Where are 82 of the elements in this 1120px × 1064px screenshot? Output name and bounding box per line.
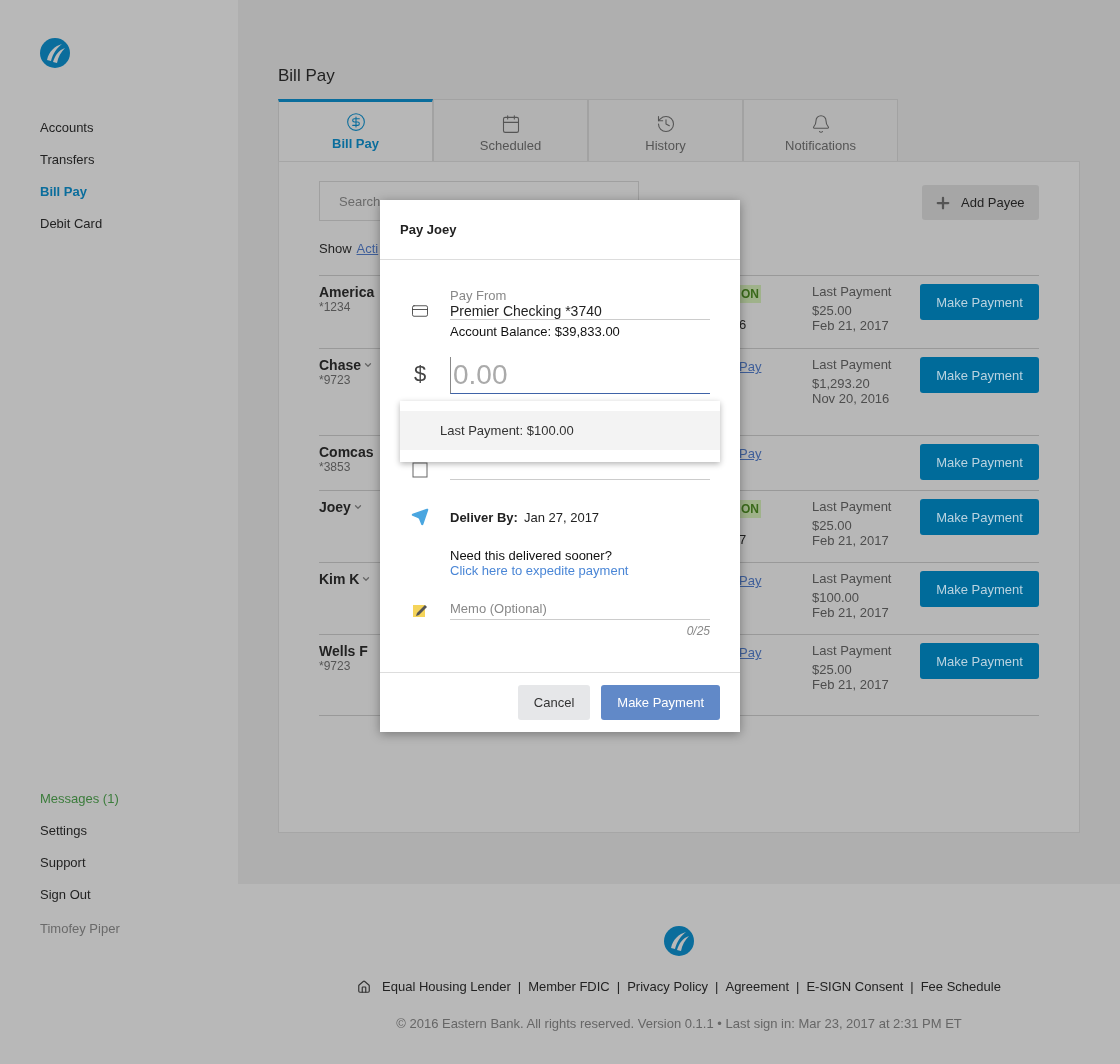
last-payment-label: Last Payment	[812, 571, 892, 586]
last-payment-label: Last Payment	[812, 284, 892, 299]
payee-name: Chase	[319, 357, 362, 373]
show-label: Show	[319, 241, 352, 256]
make-payment-button[interactable]: Make Payment	[601, 685, 720, 720]
pay-link[interactable]: Pay	[739, 359, 762, 374]
dialog-title: Pay Joey	[400, 222, 457, 237]
sidebar-item[interactable]: Bill Pay	[40, 176, 87, 208]
last-payment-amount: $100.00	[812, 590, 859, 605]
add-payee-button[interactable]: Add Payee	[922, 185, 1039, 220]
footer-link[interactable]: Fee Schedule	[920, 979, 1001, 994]
payee-name: Kim K	[319, 571, 360, 587]
amount-field[interactable]: 0.00	[450, 357, 710, 394]
deliver-date: Jan 27, 2017	[523, 509, 600, 525]
last-payment-amount: $25.00	[812, 303, 852, 318]
cancel-button[interactable]: Cancel	[517, 685, 591, 720]
footer-link[interactable]: Member FDIC	[528, 979, 610, 994]
make-payment-button[interactable]: Make Payment	[920, 444, 1039, 480]
account-select[interactable]: Premier Checking *3740	[450, 303, 602, 319]
pay-link[interactable]: Pay	[739, 645, 762, 660]
payee-name: Wells F	[319, 643, 368, 659]
make-payment-button[interactable]: Make Payment	[920, 643, 1039, 679]
last-payment-label: Last Payment	[812, 499, 892, 514]
account-number: *9723	[319, 659, 351, 673]
status-text: 7	[739, 532, 747, 547]
separator: |	[796, 979, 800, 994]
separator: |	[910, 979, 914, 994]
last-payment-amount: $1,293.20	[812, 376, 870, 391]
status-badge: ON	[739, 285, 761, 303]
expedite-link[interactable]: Click here to expedite payment	[450, 563, 629, 578]
payee-name: Comcas	[319, 444, 374, 460]
last-payment-date: Feb 21, 2017	[812, 677, 889, 692]
last-payment-date: Feb 21, 2017	[812, 605, 889, 620]
field-label: Pay From	[450, 288, 507, 303]
account-number: *9723	[319, 373, 351, 387]
tab[interactable]: Notifications	[743, 99, 898, 161]
pay-link[interactable]: Pay	[739, 573, 762, 588]
account-number: *3853	[319, 460, 351, 474]
payee-name: America	[319, 284, 375, 300]
sidebar-item[interactable]: Settings	[40, 815, 87, 847]
sidebar-item[interactable]: Accounts	[40, 112, 94, 144]
sidebar-item[interactable]: Messages (1)	[40, 783, 119, 815]
last-payment-amount: $25.00	[812, 518, 852, 533]
status-badge: ON	[739, 500, 761, 518]
footer-link[interactable]: Equal Housing Lender	[382, 979, 511, 994]
tab[interactable]: Bill Pay	[278, 99, 433, 161]
sidebar-item[interactable]: Debit Card	[40, 208, 103, 240]
page-title: Bill Pay	[278, 66, 335, 86]
account-number: *1234	[319, 300, 351, 314]
make-payment-button[interactable]: Make Payment	[920, 571, 1039, 607]
separator: |	[517, 979, 522, 994]
suggestion-item[interactable]: Last Payment: $100.00	[400, 411, 720, 450]
last-payment-label: Last Payment	[812, 357, 892, 372]
footer-link[interactable]: Privacy Policy	[627, 979, 709, 994]
sooner-text: Need this delivered sooner?	[450, 548, 612, 563]
user-name: Timofey Piper	[40, 921, 120, 936]
deliver-label: Deliver By:	[450, 509, 518, 525]
make-payment-button[interactable]: Make Payment	[920, 357, 1039, 393]
last-payment-date: Feb 21, 2017	[812, 533, 889, 548]
separator: |	[715, 979, 719, 994]
status-text: 6	[739, 317, 747, 332]
sidebar-item[interactable]: Transfers	[40, 144, 95, 176]
account-balance: Account Balance: $39,833.00	[450, 324, 620, 339]
pay-link[interactable]: Pay	[739, 446, 762, 461]
copyright-text: © 2016 Eastern Bank. All rights reserved. Version 0.1.1 • Last sign in: Mar 23, 2017 at 2:31 PM ET	[396, 1016, 962, 1031]
currency-symbol: $	[413, 361, 427, 387]
filter-link[interactable]: Acti	[356, 241, 379, 256]
character-counter: 0/25	[686, 624, 710, 638]
tab[interactable]: Scheduled	[433, 99, 588, 161]
last-payment-date: Nov 20, 2016	[812, 391, 890, 406]
last-payment-date: Feb 21, 2017	[812, 318, 889, 333]
make-payment-button[interactable]: Make Payment	[920, 284, 1039, 320]
tab[interactable]: History	[588, 99, 743, 161]
payee-name: Joey	[319, 499, 351, 515]
make-payment-button[interactable]: Make Payment	[920, 499, 1039, 535]
footer-link[interactable]: E-SIGN Consent	[806, 979, 904, 994]
last-payment-label: Last Payment	[812, 643, 892, 658]
sidebar-item[interactable]: Sign Out	[40, 879, 91, 911]
separator: |	[616, 979, 621, 994]
footer-link[interactable]: Agreement	[725, 979, 790, 994]
sidebar-item[interactable]: Support	[40, 847, 86, 879]
last-payment-amount: $25.00	[812, 662, 852, 677]
